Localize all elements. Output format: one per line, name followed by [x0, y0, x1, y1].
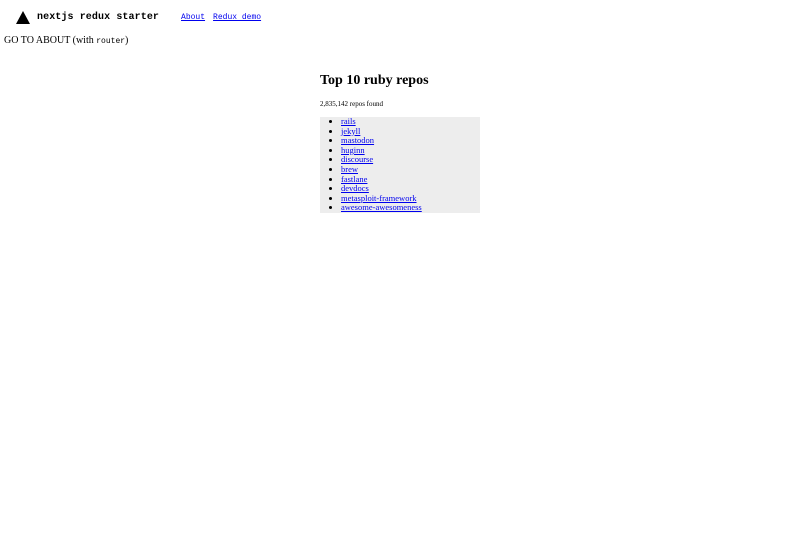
- go-to-about-link[interactable]: GO TO ABOUT (with router): [4, 35, 128, 46]
- repo-link-brew[interactable]: brew: [341, 164, 358, 174]
- go-to-about-suffix: ): [125, 35, 129, 46]
- repo-link-devdocs[interactable]: devdocs: [341, 183, 369, 193]
- repo-link-awesome-awesomeness[interactable]: awesome-awesomeness: [341, 202, 422, 213]
- header: nextjs redux starter About Redux demo: [16, 10, 261, 24]
- repo-link-huginn[interactable]: huginn: [341, 145, 365, 155]
- page-title: Top 10 ruby repos: [320, 73, 429, 88]
- list-item: rails: [341, 116, 480, 127]
- repo-list: rails jekyll mastodon huginn discourse b…: [320, 116, 480, 213]
- top-nav: About Redux demo: [181, 13, 261, 22]
- repo-link-mastodon[interactable]: mastodon: [341, 135, 374, 145]
- repo-link-discourse[interactable]: discourse: [341, 154, 373, 165]
- repos-section: Top 10 ruby repos 2,835,142 repos found …: [320, 72, 480, 213]
- go-to-about-with-prefix: (with: [70, 35, 97, 46]
- repo-link-metasploit-framework[interactable]: metasploit-framework: [341, 193, 417, 203]
- repo-count: 2,835,142 repos found: [320, 100, 383, 108]
- repo-link-fastlane[interactable]: fastlane: [341, 174, 367, 184]
- repo-link-rails[interactable]: rails: [341, 116, 356, 126]
- list-item: awesome-awesomeness: [341, 203, 480, 213]
- nav-link-redux-demo[interactable]: Redux demo: [213, 13, 261, 22]
- repo-link-jekyll[interactable]: jekyll: [341, 126, 360, 136]
- go-to-about-code: router: [96, 37, 126, 46]
- triangle-logo-icon[interactable]: [16, 11, 30, 24]
- nav-link-about[interactable]: About: [181, 13, 205, 22]
- brand-title[interactable]: nextjs redux starter: [37, 12, 159, 23]
- list-item: discourse: [341, 155, 480, 165]
- go-to-about-text[interactable]: GO TO ABOUT: [4, 35, 70, 46]
